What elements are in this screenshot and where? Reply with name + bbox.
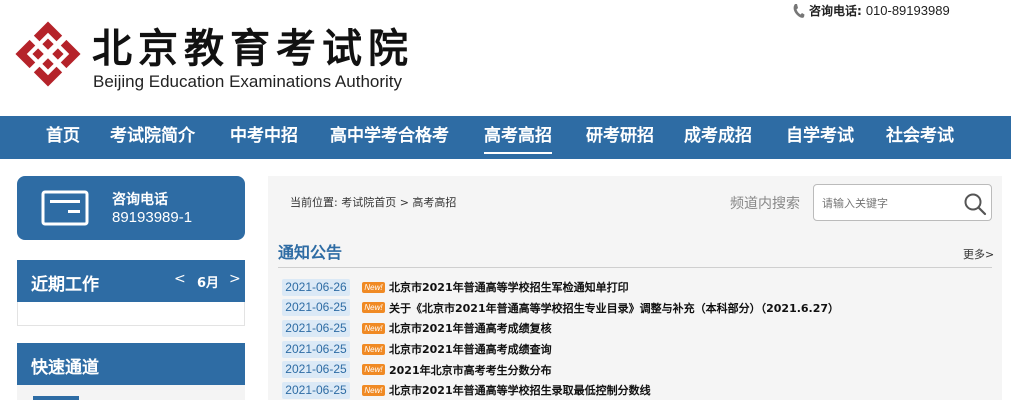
quick-access-body — [17, 385, 245, 400]
main-content: 当前位置: 考试院首页 > 高考高招 频道内搜索 通知公告 更多> 2021-0… — [268, 176, 1002, 400]
news-title[interactable]: 北京市2021年普通高考成绩查询 — [389, 341, 552, 357]
search-icon[interactable] — [963, 192, 987, 216]
nav-item-home[interactable]: 首页 — [46, 116, 80, 159]
recent-work-title: 近期工作 — [31, 275, 99, 295]
new-badge: New! — [362, 322, 385, 334]
org-name-en: Beijing Education Examinations Authority — [93, 72, 403, 91]
recent-work-body — [17, 302, 245, 326]
hotline: 咨询电话: 010-89193989 — [792, 2, 950, 19]
list-item[interactable]: 2021-06-25 New! 2021年北京市高考考生分数分布 — [282, 359, 996, 380]
nav-item-chengkao[interactable]: 成考成招 — [684, 116, 752, 159]
nav-item-zhongkao[interactable]: 中考中招 — [230, 116, 298, 159]
recent-work-header: 近期工作 < 6月 > — [17, 260, 245, 302]
main-nav: 首页 考试院简介 中考中招 高中学考合格考 高考高招 研考研招 成考成招 自学考… — [0, 116, 1011, 159]
logo-icon[interactable] — [14, 20, 82, 88]
list-item[interactable]: 2021-06-25 New! 关于《北京市2021年普通高等学校招生专业目录》… — [282, 298, 996, 319]
nav-item-xuekao[interactable]: 高中学考合格考 — [330, 116, 449, 159]
news-date: 2021-06-25 — [282, 299, 350, 317]
new-badge: New! — [362, 281, 385, 293]
list-item[interactable]: 2021-06-25 New! 北京市2021年普通高等学校招生录取最低控制分数… — [282, 380, 996, 400]
list-item[interactable]: 2021-06-25 New! 北京市2021年普通高考成绩复核 — [282, 318, 996, 339]
org-name-cn: 北京教育考试院 — [92, 25, 414, 72]
hotline-number: 010-89193989 — [865, 3, 950, 18]
month-label: 6月 — [197, 276, 220, 291]
section-divider — [278, 267, 992, 268]
news-title[interactable]: 北京市2021年普通高等学校招生录取最低控制分数线 — [389, 382, 651, 398]
nav-item-zixue[interactable]: 自学考试 — [786, 116, 854, 159]
nav-item-yankao[interactable]: 研考研招 — [586, 116, 654, 159]
site-header: 北京教育考试院 Beijing Education Examinations A… — [0, 0, 1011, 116]
news-date: 2021-06-25 — [282, 361, 350, 379]
new-badge: New! — [362, 384, 385, 396]
news-title[interactable]: 关于《北京市2021年普通高等学校招生专业目录》调整与补充（本科部分）（2021… — [389, 300, 839, 316]
id-card-icon — [41, 190, 89, 226]
phone-icon — [793, 3, 805, 18]
news-date: 2021-06-25 — [282, 340, 350, 358]
contact-card: 咨询电话 89193989-1 — [17, 176, 245, 240]
next-month-button[interactable]: > — [229, 271, 241, 287]
list-item[interactable]: 2021-06-25 New! 北京市2021年普通高考成绩查询 — [282, 339, 996, 360]
nav-item-about[interactable]: 考试院简介 — [110, 116, 195, 159]
prev-month-button[interactable]: < — [174, 271, 186, 287]
hotline-label: 咨询电话: — [809, 4, 862, 18]
new-badge: New! — [362, 302, 385, 314]
news-title[interactable]: 2021年北京市高考考生分数分布 — [389, 362, 552, 378]
more-link[interactable]: 更多> — [963, 246, 994, 262]
quick-access-item[interactable] — [33, 396, 79, 400]
contact-number: 89193989-1 — [112, 209, 193, 226]
new-badge: New! — [362, 364, 385, 376]
breadcrumb: 当前位置: 考试院首页 > 高考高招 — [290, 196, 457, 209]
news-title[interactable]: 北京市2021年普通高考成绩复核 — [389, 320, 552, 336]
search-label: 频道内搜索 — [730, 196, 800, 212]
news-date: 2021-06-26 — [282, 278, 350, 296]
section-title: 通知公告 — [278, 243, 343, 262]
news-title[interactable]: 北京市2021年普通高等学校招生军检通知单打印 — [389, 279, 629, 295]
search-input[interactable] — [822, 193, 958, 213]
news-date: 2021-06-25 — [282, 381, 350, 399]
contact-label: 咨询电话 — [112, 192, 168, 208]
quick-access-header: 快速通道 — [17, 343, 245, 385]
search-box — [813, 184, 992, 221]
news-list: 2021-06-26 New! 北京市2021年普通高等学校招生军检通知单打印 … — [282, 277, 996, 400]
nav-item-gaokao[interactable]: 高考高招 — [484, 116, 552, 159]
quick-access-title: 快速通道 — [31, 358, 99, 378]
new-badge: New! — [362, 343, 385, 355]
nav-item-shehui[interactable]: 社会考试 — [886, 116, 954, 159]
list-item[interactable]: 2021-06-26 New! 北京市2021年普通高等学校招生军检通知单打印 — [282, 277, 996, 298]
news-date: 2021-06-25 — [282, 319, 350, 337]
